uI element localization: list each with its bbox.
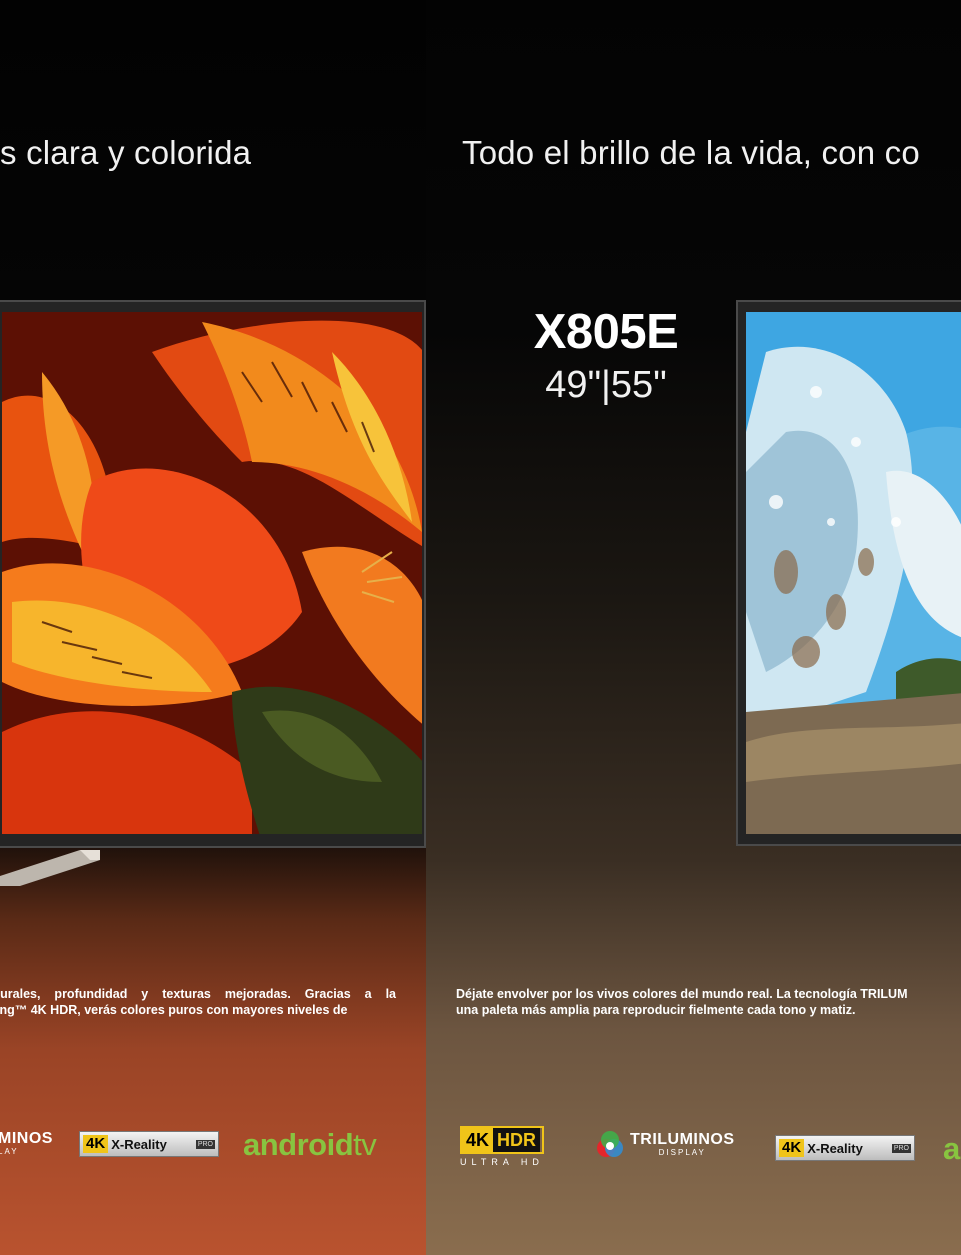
display-text: DISPLAY [658, 1147, 706, 1157]
water-splash-screen-image [746, 312, 961, 834]
right-description-line-1: Déjate envolver por los vivos colores de… [456, 987, 908, 1001]
ultra-hd-label: ULTRA HD [460, 1157, 544, 1167]
android-tv-logo-partial: a [943, 1131, 960, 1167]
triluminos-text: TRILUMINOS [630, 1130, 735, 1148]
right-tv-image [736, 300, 961, 846]
water-splash-illustration [746, 312, 961, 834]
4k-label: 4K [462, 1128, 494, 1152]
model-sizes: 49"|55" [545, 364, 667, 406]
left-tv-image [0, 300, 426, 848]
left-description: turales, profundidad y texturas mejorada… [0, 986, 396, 1018]
left-description-line-1: turales, profundidad y texturas mejorada… [0, 987, 396, 1001]
brochure-spread: s clara y colorida turales, profundidad … [0, 0, 961, 1255]
lily-flower-illustration [2, 312, 422, 834]
pro-badge: PRO [891, 1143, 911, 1153]
triluminos-display-logo: TRILUMINOS DISPLAY [596, 1126, 735, 1162]
tv-stand [0, 850, 100, 886]
android-tv-logo: androidtv [243, 1127, 377, 1163]
right-description: Déjate envolver por los vivos colores de… [456, 986, 961, 1018]
hdr-label: HDR [493, 1128, 541, 1152]
triluminos-icon [597, 1131, 623, 1157]
right-headline: Todo el brillo de la vida, con co [462, 134, 920, 171]
x-reality-text: X-Reality [807, 1140, 863, 1156]
x-reality-text: X-Reality [111, 1136, 167, 1152]
4k-hdr-ultra-hd-logo: 4K HDR ULTRA HD [460, 1126, 544, 1167]
4k-hdr-badge: 4K HDR [460, 1126, 544, 1154]
left-description-line-2: ing™ 4K HDR, verás colores puros con may… [0, 1003, 348, 1017]
android-text-partial: a [943, 1131, 960, 1166]
4k-x-reality-pro-logo-right: 4K X-Reality PRO [775, 1135, 915, 1161]
model-name: X805E [533, 305, 679, 359]
left-product-panel: s clara y colorida turales, profundidad … [0, 0, 426, 1255]
triluminos-logo-partial: MINOS LAY [0, 1130, 53, 1157]
tv-text: tv [353, 1127, 377, 1162]
pro-badge: PRO [195, 1139, 215, 1149]
android-text: android [243, 1127, 354, 1162]
4k-x-reality-pro-logo: 4K X-Reality PRO [79, 1131, 219, 1157]
triluminos-subtext: LAY [0, 1147, 19, 1156]
triluminos-text: MINOS [0, 1130, 53, 1147]
4k-badge: 4K [779, 1139, 805, 1157]
right-description-line-2: una paleta más amplia para reproducir fi… [456, 1003, 856, 1017]
right-product-panel: Todo el brillo de la vida, con co X805E … [426, 0, 961, 1255]
flower-screen-image [2, 312, 422, 834]
4k-badge: 4K [83, 1135, 109, 1153]
left-headline: s clara y colorida [0, 134, 252, 171]
